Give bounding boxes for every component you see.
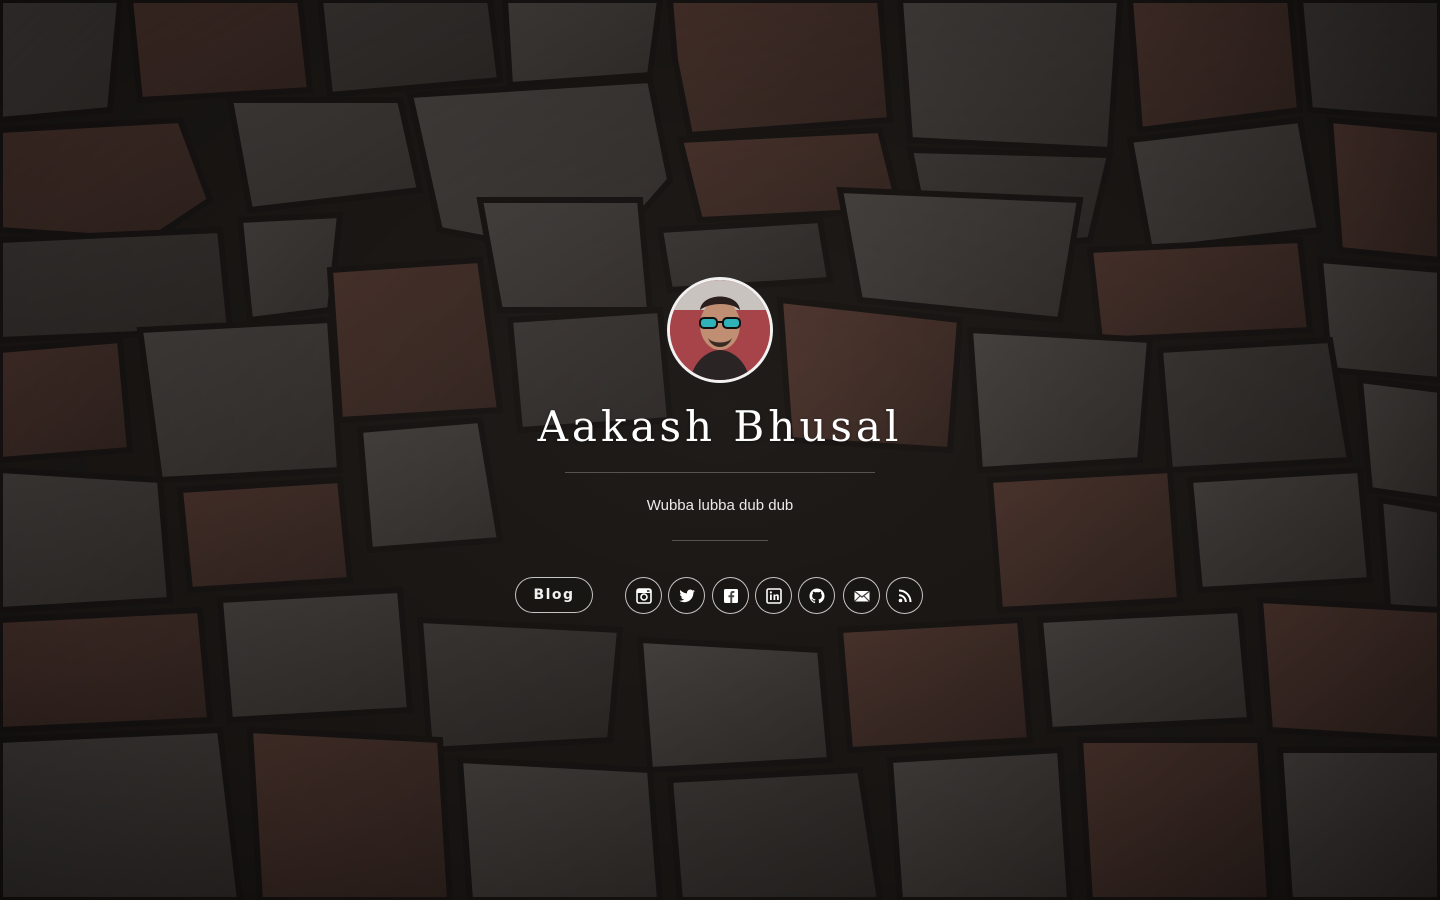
facebook-icon <box>723 588 738 603</box>
profile-tagline: Wubba lubba dub dub <box>646 497 794 514</box>
email-link[interactable] <box>843 577 880 614</box>
blog-button[interactable]: Blog <box>515 577 593 613</box>
twitter-icon <box>678 589 695 602</box>
divider-bottom <box>672 540 768 541</box>
avatar <box>667 277 773 383</box>
linkedin-icon <box>765 587 782 604</box>
github-icon <box>809 588 824 603</box>
facebook-link[interactable] <box>712 577 749 614</box>
linkedin-link[interactable] <box>755 577 792 614</box>
divider-top <box>565 472 875 473</box>
email-icon <box>853 590 870 602</box>
rss-icon <box>898 589 911 602</box>
github-link[interactable] <box>798 577 835 614</box>
landing-page: Aakash Bhusal Wubba lubba dub dub Blog <box>0 0 1440 900</box>
profile-photo <box>670 280 770 380</box>
instagram-link[interactable] <box>625 577 662 614</box>
twitter-link[interactable] <box>668 577 705 614</box>
rss-link[interactable] <box>886 577 923 614</box>
profile-name: Aakash Bhusal <box>537 402 903 451</box>
instagram-icon <box>635 587 652 604</box>
